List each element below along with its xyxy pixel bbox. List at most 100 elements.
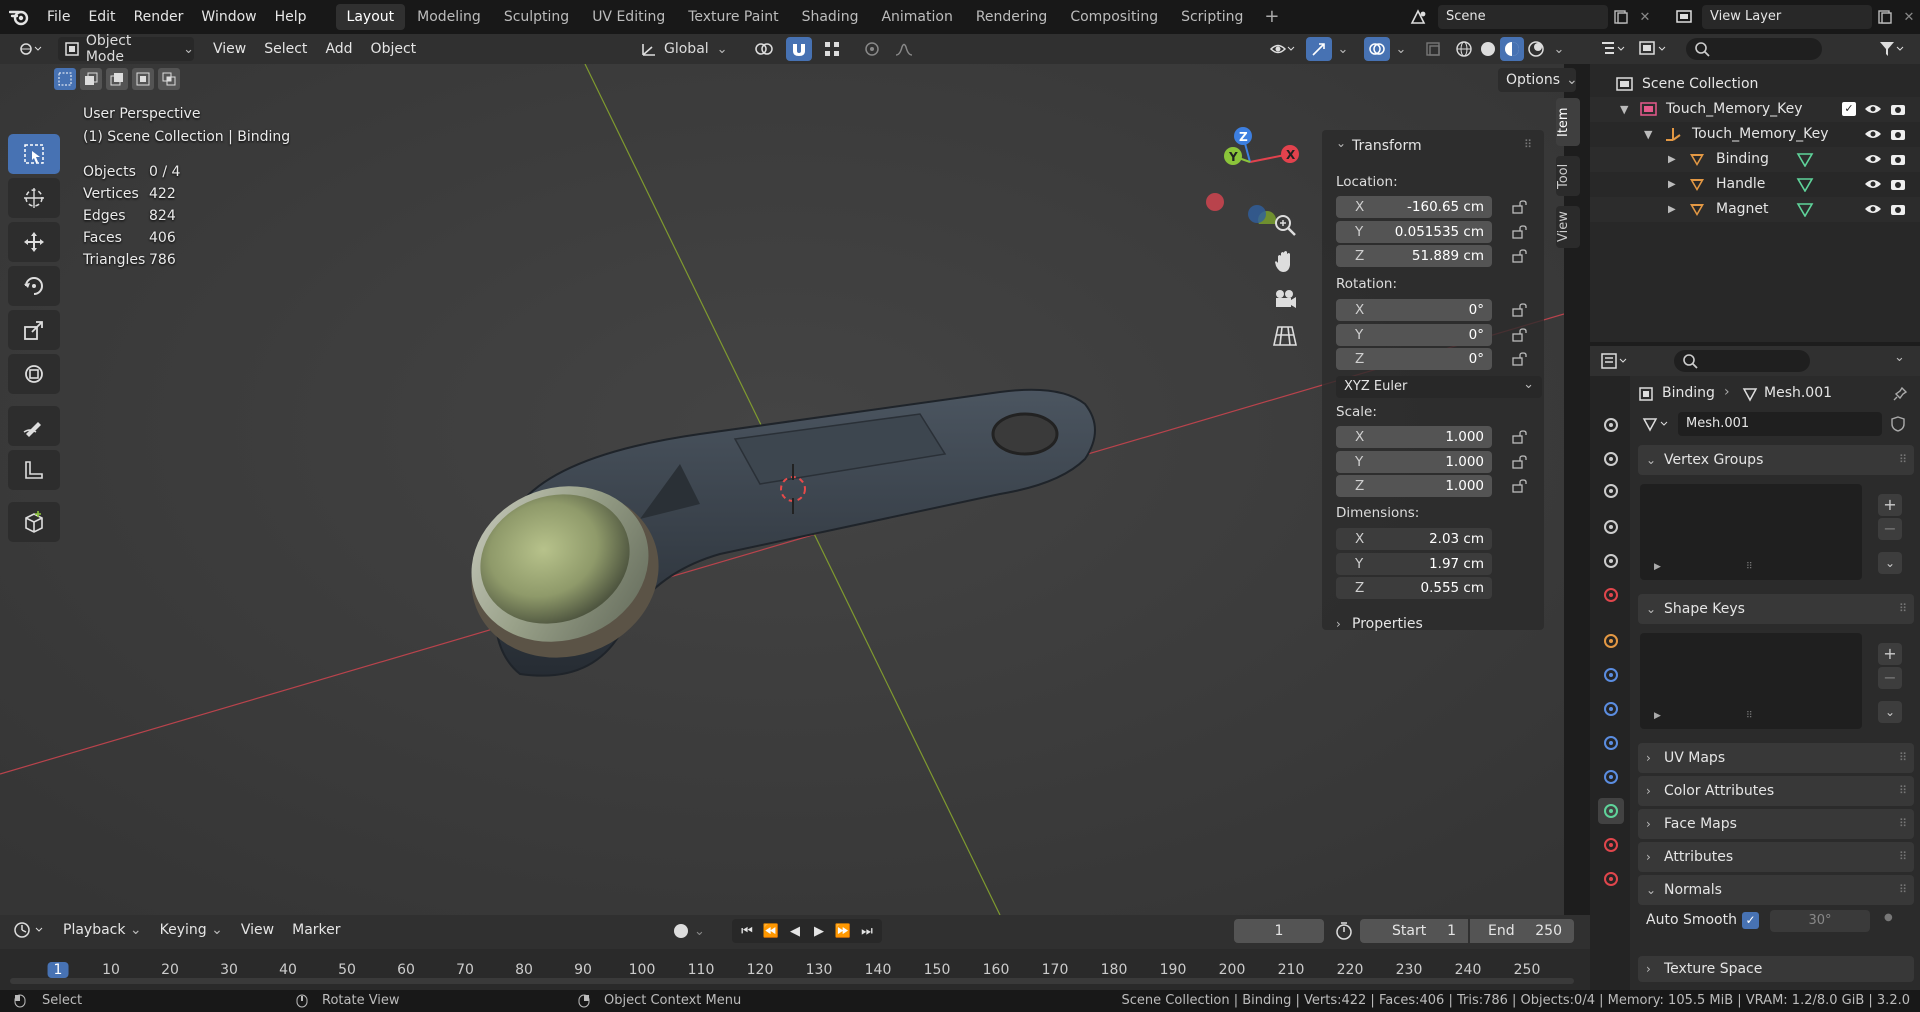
add-vertex-group-button[interactable]: + [1878, 494, 1902, 516]
outliner-search-input[interactable] [1686, 38, 1822, 60]
chevron-down-icon[interactable]: ⌄ [1334, 37, 1352, 61]
exclude-checkbox[interactable]: ✓ [1842, 102, 1856, 116]
tab-modeling[interactable]: Modeling [406, 4, 492, 30]
dimensions-y-field[interactable]: Y 1.97 cm [1336, 552, 1492, 575]
world-props-icon[interactable] [1598, 582, 1624, 608]
jump-start-icon[interactable]: ⏮ [736, 924, 758, 939]
tab-rendering[interactable]: Rendering [965, 4, 1059, 30]
falloff-icon[interactable] [886, 37, 922, 61]
expand-arrow-icon[interactable]: ▶ [1668, 172, 1676, 197]
tab-texture-paint[interactable]: Texture Paint [677, 4, 789, 30]
texture-space-panel-header[interactable]: › Texture Space [1638, 956, 1914, 982]
mesh-datablock-selector[interactable]: Mesh.001 [1638, 412, 1914, 436]
select-extend-icon[interactable] [80, 68, 102, 90]
move-tool[interactable] [8, 222, 60, 262]
new-scene-icon[interactable] [1608, 10, 1634, 24]
transform-chevron-icon[interactable]: ⌄ [1336, 136, 1346, 150]
preview-range-icon[interactable] [1334, 921, 1354, 941]
timeline-menu-keying[interactable]: Keying ⌄ [151, 913, 232, 947]
expand-arrow-icon[interactable]: ▼ [1620, 97, 1628, 122]
sidebar-tab-item[interactable]: Item [1556, 98, 1580, 146]
properties-header[interactable]: Properties [1352, 616, 1423, 632]
menu-render[interactable]: Render [125, 0, 193, 34]
constraints-props-icon[interactable] [1598, 764, 1624, 790]
lock-icon[interactable] [1512, 454, 1528, 469]
cursor-tool[interactable] [8, 178, 60, 218]
wireframe-shading-icon[interactable] [1452, 37, 1476, 61]
modifier-props-icon[interactable] [1598, 662, 1624, 688]
material-preview-shading-icon[interactable] [1500, 37, 1524, 61]
viewport-menu-select[interactable]: Select [255, 32, 316, 66]
select-new-icon[interactable] [54, 68, 76, 90]
prev-keyframe-icon[interactable]: ⏪ [760, 924, 782, 939]
transform-tool[interactable] [8, 354, 60, 394]
tool-props-icon[interactable] [1598, 412, 1624, 438]
blender-logo-icon[interactable] [0, 8, 38, 26]
sidebar-tab-view[interactable]: View [1556, 206, 1580, 248]
rotation-y-field[interactable]: Y 0° [1336, 323, 1492, 346]
annotate-tool[interactable] [8, 406, 60, 446]
navigation-gizmo[interactable]: X Z Y [1195, 114, 1305, 224]
add-shape-key-button[interactable]: + [1878, 643, 1902, 665]
timeline-menu-playback[interactable]: Playback ⌄ [54, 913, 151, 947]
tab-layout[interactable]: Layout [335, 4, 406, 30]
jump-end-icon[interactable]: ⏭ [856, 924, 878, 939]
remove-vertex-group-button[interactable]: − [1878, 518, 1902, 540]
current-frame-field[interactable]: 1 [1234, 919, 1324, 943]
mesh-data-icon[interactable] [1796, 176, 1814, 192]
camera-view-icon[interactable] [1272, 286, 1298, 312]
outliner-row-handle[interactable]: ▶ Handle [1590, 172, 1920, 197]
scale-y-field[interactable]: Y 1.000 [1336, 450, 1492, 473]
menu-help[interactable]: Help [266, 0, 316, 34]
camera-render-icon[interactable] [1890, 202, 1906, 216]
select-invert-icon[interactable] [132, 68, 154, 90]
material-props-icon[interactable] [1598, 832, 1624, 858]
particles-props-icon[interactable] [1598, 696, 1624, 722]
physics-props-icon[interactable] [1598, 730, 1624, 756]
chevron-down-icon[interactable]: ⌄ [1392, 37, 1410, 61]
location-z-field[interactable]: Z 51.889 cm [1336, 245, 1492, 267]
select-box-tool[interactable] [8, 134, 60, 174]
camera-render-icon[interactable] [1890, 152, 1906, 166]
shape-keys-list[interactable]: ▶ ⠿ [1640, 633, 1862, 729]
editor-type-icon[interactable] [10, 37, 50, 61]
keyframe-dot-icon[interactable]: ● [1884, 912, 1893, 923]
3d-viewport[interactable]: User Perspective (1) Scene Collection | … [0, 34, 1564, 915]
pivot-point-icon[interactable] [744, 37, 784, 61]
options-dropdown[interactable]: Options ⌄ [1498, 68, 1578, 92]
chevron-down-icon[interactable]: ⌄ [1550, 37, 1568, 61]
remove-scene-icon[interactable]: ✕ [1634, 10, 1656, 25]
tab-animation[interactable]: Animation [870, 4, 963, 30]
zoom-icon[interactable] [1272, 212, 1298, 238]
shape-keys-panel-header[interactable]: ⌄ Shape Keys ⠿ [1638, 594, 1914, 624]
viewport-menu-object[interactable]: Object [362, 32, 426, 66]
camera-render-icon[interactable] [1890, 177, 1906, 191]
timeline-menu-marker[interactable]: Marker [283, 913, 349, 947]
end-frame-field[interactable]: End 250 [1470, 919, 1574, 943]
overlays-toggle-icon[interactable] [1364, 37, 1390, 61]
normals-panel-header[interactable]: ⌄ Normals ⠿ [1638, 875, 1914, 905]
remove-shape-key-button[interactable]: − [1878, 667, 1902, 689]
color-attributes-panel-header[interactable]: › Color Attributes ⠿ [1638, 776, 1914, 806]
eye-icon[interactable] [1864, 153, 1882, 165]
gizmo-toggle-icon[interactable] [1306, 37, 1332, 61]
visibility-select-icon[interactable] [1262, 37, 1302, 61]
tab-shading[interactable]: Shading [791, 4, 870, 30]
timeline-editor-icon[interactable] [12, 920, 46, 940]
properties-search-input[interactable] [1674, 350, 1810, 372]
mesh-data-icon[interactable] [1796, 151, 1814, 167]
eye-icon[interactable] [1864, 178, 1882, 190]
lock-icon[interactable] [1512, 249, 1528, 263]
lock-icon[interactable] [1512, 479, 1528, 493]
uv-maps-panel-header[interactable]: › UV Maps ⠿ [1638, 743, 1914, 773]
lock-icon[interactable] [1512, 303, 1528, 317]
viewport-menu-view[interactable]: View [204, 32, 255, 66]
remove-view-layer-icon[interactable]: ✕ [1898, 10, 1920, 25]
lock-icon[interactable] [1512, 200, 1528, 214]
mode-select[interactable]: Object Mode ⌄ [58, 33, 194, 65]
add-workspace-icon[interactable]: + [1255, 0, 1288, 34]
sidebar-tab-tool[interactable]: Tool [1556, 156, 1580, 196]
mesh-name-field[interactable]: Mesh.001 [1678, 412, 1882, 436]
outliner-row-empty[interactable]: ▼ Touch_Memory_Key [1590, 122, 1920, 147]
mesh-data-props-icon[interactable] [1598, 798, 1624, 824]
